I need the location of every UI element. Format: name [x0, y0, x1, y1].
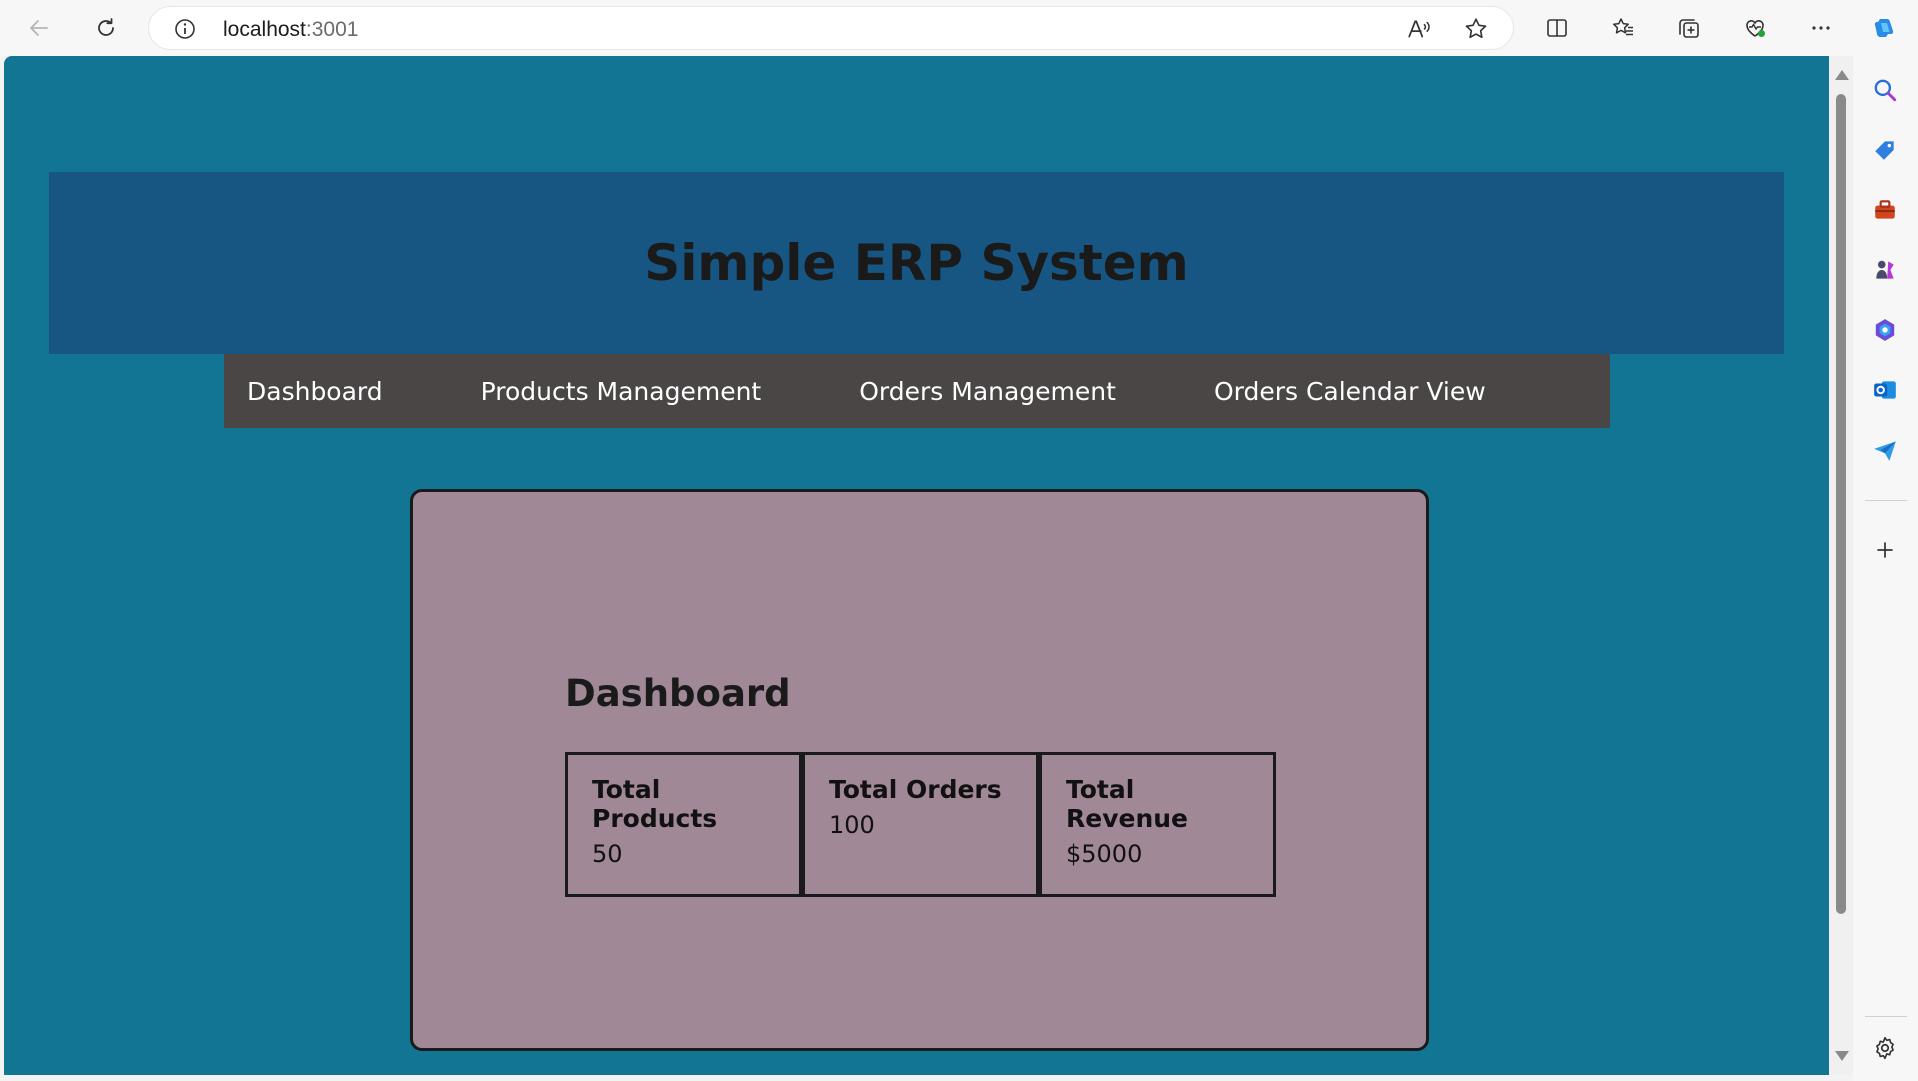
card-label: Total Products: [592, 775, 718, 833]
scroll-thumb[interactable]: [1836, 94, 1846, 914]
add-icon[interactable]: [1867, 532, 1903, 568]
card-value: 50: [592, 840, 623, 868]
dashboard-panel: Dashboard Total Products 50 Total Orders…: [410, 489, 1429, 1051]
nav-dashboard-link[interactable]: Dashboard: [247, 377, 383, 406]
card-label: Total Revenue: [1066, 775, 1189, 833]
settings-icon[interactable]: [1867, 1030, 1903, 1066]
window-bottom-edge: [0, 1075, 1853, 1081]
app-header: Simple ERP System: [49, 172, 1784, 354]
microsoft365-icon[interactable]: [1867, 312, 1903, 348]
scroll-down-arrow-icon[interactable]: [1835, 1051, 1849, 1061]
url-host: localhost: [223, 18, 306, 41]
more-icon[interactable]: [1802, 9, 1840, 47]
total-products-card: Total Products 50: [565, 752, 802, 897]
refresh-icon[interactable]: [87, 9, 125, 47]
card-value: $5000: [1066, 840, 1143, 868]
read-aloud-icon[interactable]: [1403, 13, 1435, 45]
search-icon[interactable]: [1867, 72, 1903, 108]
total-revenue-card: Total Revenue $5000: [1039, 752, 1276, 897]
browser-toolbar: localhost:3001: [0, 0, 1918, 56]
site-info-icon[interactable]: [171, 15, 199, 43]
nav-orders-management-link[interactable]: Orders Management: [859, 377, 1116, 406]
browser-essentials-icon[interactable]: [1736, 9, 1774, 47]
favorite-star-icon[interactable]: [1460, 13, 1492, 45]
shopping-tag-icon[interactable]: [1867, 132, 1903, 168]
tools-icon[interactable]: [1867, 192, 1903, 228]
address-bar[interactable]: localhost:3001: [148, 6, 1514, 50]
outlook-icon[interactable]: [1867, 372, 1903, 408]
vertical-scrollbar[interactable]: [1829, 56, 1853, 1075]
app-title: Simple ERP System: [644, 234, 1189, 292]
sidebar-divider: [1865, 500, 1907, 501]
copilot-icon[interactable]: [1865, 9, 1903, 47]
send-icon[interactable]: [1867, 432, 1903, 468]
games-icon[interactable]: [1867, 252, 1903, 288]
stat-cards: Total Products 50 Total Orders 100 Total…: [565, 752, 1276, 897]
total-orders-card: Total Orders 100: [802, 752, 1039, 897]
nav-products-management-link[interactable]: Products Management: [481, 377, 762, 406]
edge-sidebar: [1853, 56, 1918, 1081]
main-nav: Dashboard Products Management Orders Man…: [224, 354, 1610, 428]
scroll-up-arrow-icon[interactable]: [1835, 70, 1849, 80]
collections-icon[interactable]: [1670, 9, 1708, 47]
nav-orders-calendar-view-link[interactable]: Orders Calendar View: [1214, 377, 1486, 406]
url-port: :3001: [305, 18, 359, 41]
url-text[interactable]: localhost:3001: [223, 18, 358, 42]
sidebar-divider: [1865, 1016, 1907, 1017]
card-label: Total Orders: [829, 775, 1002, 804]
back-icon[interactable]: [20, 9, 58, 47]
card-value: 100: [829, 811, 875, 839]
favorites-icon[interactable]: [1604, 9, 1642, 47]
page-viewport: Simple ERP System Dashboard Products Man…: [4, 56, 1829, 1075]
split-screen-icon[interactable]: [1538, 9, 1576, 47]
dashboard-title: Dashboard: [565, 672, 791, 715]
